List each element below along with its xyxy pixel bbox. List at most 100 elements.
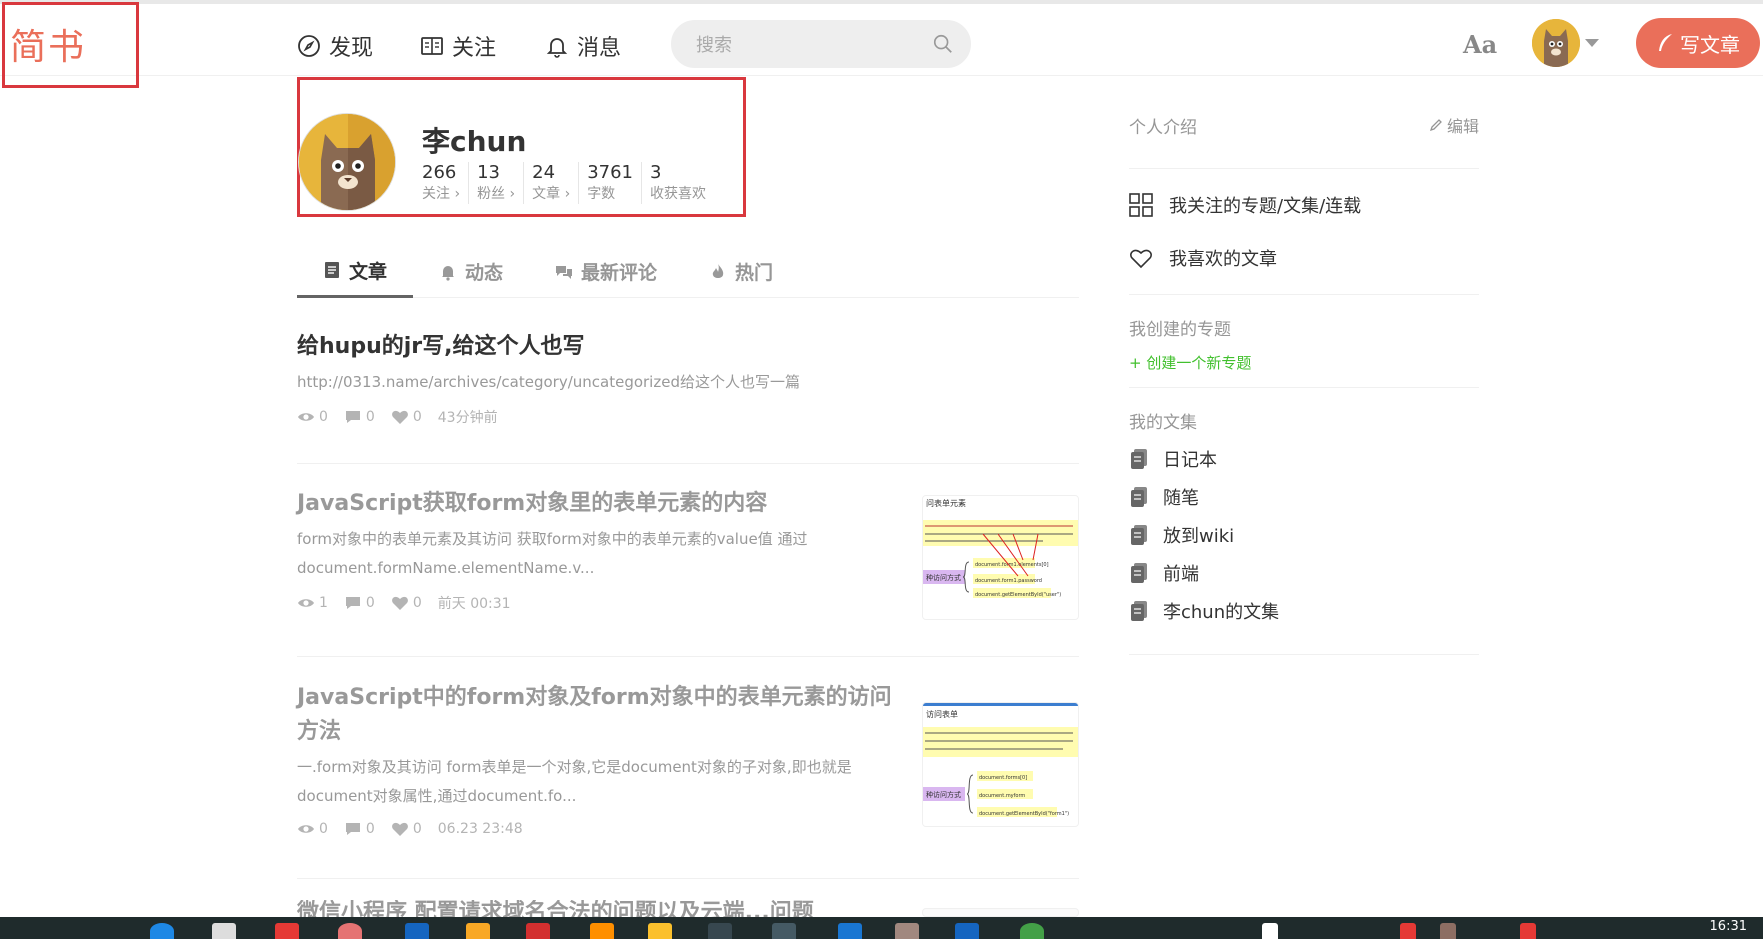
collection-label: 李chun的文集: [1163, 602, 1280, 623]
tab-latest-comments-label: 最新评论: [581, 262, 658, 284]
my-collections-title: 我的文集: [1129, 413, 1197, 433]
collection-item[interactable]: 放到wiki: [1129, 516, 1479, 554]
site-logo[interactable]: 简书: [10, 18, 86, 70]
thumb2-label: 种访问方式: [926, 790, 961, 799]
article-thumbnail[interactable]: [922, 908, 1079, 917]
thumb1-line: document.getElementById("user"): [975, 592, 1061, 598]
comment-icon: [345, 411, 360, 423]
nav-messages[interactable]: 消息: [545, 30, 621, 62]
stat-likes: 3 收获喜欢: [641, 162, 714, 204]
thumb2-title: 访问表单: [926, 709, 958, 719]
nav-follow-label: 关注: [452, 36, 497, 61]
tab-activity[interactable]: 动态: [413, 245, 529, 298]
eye-icon: [298, 413, 314, 421]
terminal-icon[interactable]: [708, 923, 732, 939]
divider: [1129, 654, 1479, 655]
collection-label: 日记本: [1163, 450, 1217, 471]
article-meta: 0 0 0 43分钟前: [297, 407, 1079, 427]
tab-latest-comments[interactable]: 最新评论: [529, 245, 683, 298]
thumb2-line: document.forms[0]: [979, 775, 1027, 781]
stat-followers-count: 13: [477, 162, 500, 183]
article-title[interactable]: JavaScript获取form对象里的表单元素的内容: [297, 487, 897, 521]
app-icon[interactable]: [772, 923, 796, 939]
comments-count[interactable]: 0: [344, 821, 375, 837]
stat-likes-count: 3: [650, 162, 662, 183]
article-title[interactable]: JavaScript中的form对象及form对象中的表单元素的访问方法: [297, 681, 897, 749]
article-title[interactable]: 给hupu的jr写,给这个人也写: [297, 330, 1079, 364]
tray-icon[interactable]: [1440, 923, 1456, 939]
thumb1-line: document.form1.elements[0]: [975, 562, 1049, 568]
app-icon[interactable]: [1020, 923, 1044, 939]
app-icon[interactable]: [338, 923, 362, 939]
heart-icon: [391, 822, 408, 836]
comments-count[interactable]: 0: [344, 409, 375, 425]
divider: [1129, 168, 1479, 169]
search-input[interactable]: [696, 31, 916, 59]
stat-articles[interactable]: 24 文章 ›: [523, 162, 578, 204]
collection-item[interactable]: 日记本: [1129, 440, 1479, 478]
stat-following[interactable]: 266 关注 ›: [422, 162, 468, 204]
stat-words-count: 3761: [587, 162, 633, 183]
collection-item[interactable]: 随笔: [1129, 478, 1479, 516]
tray-icon[interactable]: [1400, 923, 1416, 939]
article-time: 43分钟前: [437, 410, 498, 426]
comment-icon: [345, 597, 360, 609]
tab-hot[interactable]: 热门: [683, 245, 799, 298]
nav-discover[interactable]: 发现: [297, 30, 373, 62]
divider: [1129, 387, 1479, 388]
stat-following-count: 266: [422, 162, 457, 183]
code-editor-icon[interactable]: [838, 923, 862, 939]
views-value: 0: [319, 821, 328, 837]
collection-item[interactable]: 前端: [1129, 554, 1479, 592]
stat-words: 3761 字数: [578, 162, 641, 204]
write-article-button[interactable]: 写文章: [1636, 18, 1760, 68]
tab-hot-label: 热门: [735, 262, 774, 284]
search-icon[interactable]: [932, 33, 954, 55]
views-value: 1: [319, 595, 328, 611]
font-size-toggle[interactable]: Aa: [1463, 30, 1497, 59]
nav-discover-label: 发现: [329, 36, 374, 61]
profile-avatar: [298, 113, 396, 211]
avatar[interactable]: [1532, 19, 1580, 67]
stat-followers[interactable]: 13 粉丝 ›: [468, 162, 523, 204]
views-value: 0: [319, 409, 328, 425]
app-icon[interactable]: [405, 923, 429, 939]
tab-articles[interactable]: 文章: [297, 245, 414, 298]
notebook-icon: [1131, 525, 1147, 545]
article-thumbnail[interactable]: 访问表单 种访问方式 document.forms[0] document.my…: [922, 702, 1079, 827]
followed-collections-link[interactable]: 我关注的专题/文集/连载: [1129, 192, 1479, 218]
heart-icon: [1130, 249, 1152, 269]
divider: [1129, 294, 1479, 295]
liked-articles-link[interactable]: 我喜欢的文章: [1129, 245, 1479, 271]
folder-icon[interactable]: [648, 923, 672, 939]
collection-item[interactable]: 李chun的文集: [1129, 592, 1479, 630]
stat-words-label: 字数: [587, 186, 616, 202]
app-icon[interactable]: [275, 923, 299, 939]
nav-follow[interactable]: 关注: [420, 30, 496, 62]
code-screenshot-image: 问表单元素 种访问方式 document.form1.elements[0] d…: [923, 496, 1078, 619]
profile-stats: 266 关注 › 13 粉丝 › 24 文章 › 3761 字数 3 收获喜欢: [422, 162, 714, 204]
likes-count: 0: [391, 595, 422, 611]
comments-value: 0: [365, 821, 375, 837]
article-thumbnail[interactable]: 问表单元素 种访问方式 document.form1.elements[0] d…: [922, 495, 1079, 620]
comments-count[interactable]: 0: [344, 595, 375, 611]
tray-icon[interactable]: [1262, 923, 1278, 939]
tray-icon[interactable]: [1520, 923, 1536, 939]
edit-intro-button[interactable]: 编辑: [1429, 113, 1479, 137]
app-icon[interactable]: [526, 923, 550, 939]
app-icon[interactable]: [466, 923, 490, 939]
app-icon[interactable]: [590, 923, 614, 939]
views-count: 0: [297, 821, 328, 837]
app-icon[interactable]: [895, 923, 919, 939]
clock[interactable]: 16:31: [1710, 919, 1747, 934]
comment-icon: [345, 823, 360, 835]
chevron-down-icon[interactable]: [1585, 39, 1599, 47]
document-icon[interactable]: [212, 923, 236, 939]
notebook-icon: [1131, 563, 1147, 583]
profile-name[interactable]: 李chun: [422, 120, 526, 160]
stat-followers-label: 粉丝 ›: [477, 186, 516, 202]
browser-icon[interactable]: [150, 923, 174, 939]
create-topic-link[interactable]: + 创建一个新专题: [1129, 352, 1479, 373]
app-icon[interactable]: [955, 923, 979, 939]
fire-icon: [712, 263, 724, 278]
